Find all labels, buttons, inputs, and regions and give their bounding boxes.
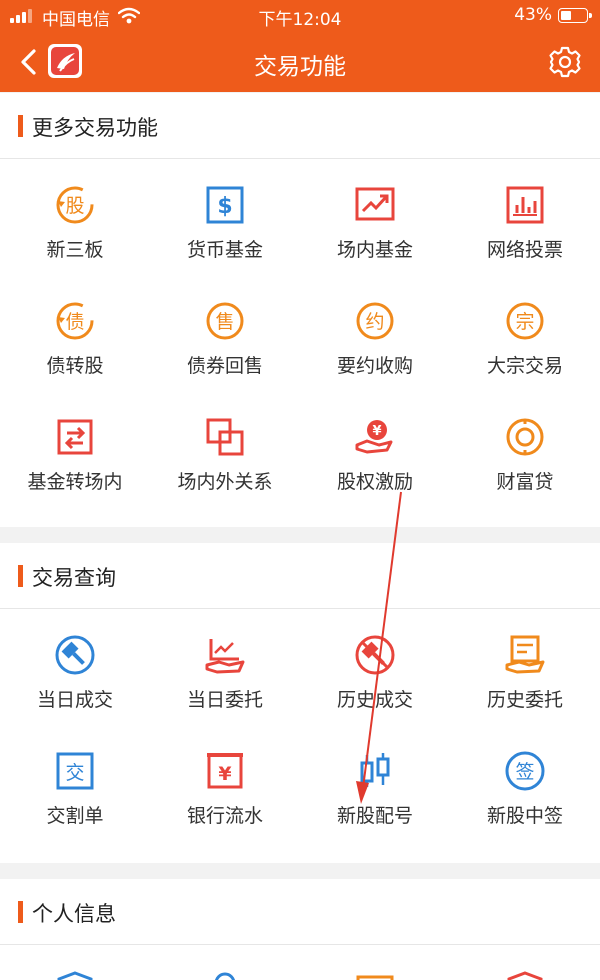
overlap-squares-icon [203,415,247,459]
section-marker [18,565,23,587]
section-title: 个人信息 [32,902,116,926]
function-label: 债转股 [46,355,104,377]
svg-text:债: 债 [65,311,84,333]
yen-doc-icon: ¥ [203,749,247,793]
gu-circle-icon: 股 [53,183,97,227]
function-label: 网络投票 [486,239,563,261]
function-item-bond-putback[interactable]: 售 债券回售 [150,275,300,391]
function-item-block-trade[interactable]: 宗 大宗交易 [450,275,600,391]
function-label: 新股中签 [486,805,563,827]
function-label: 新股配号 [336,805,413,827]
function-label: 历史委托 [486,689,563,711]
personal-info-icons-row [0,945,600,980]
section-header: 交易查询 [0,543,600,609]
function-label: 基金转场内 [27,471,123,493]
svg-text:约: 约 [365,311,384,333]
function-label: 要约收购 [336,355,413,377]
badge-icon[interactable] [450,945,600,980]
function-label: 场内外关系 [177,471,273,493]
section-title: 交易查询 [32,566,116,590]
svg-text:¥: ¥ [372,424,381,439]
card-icon[interactable] [300,945,450,980]
section-title: 更多交易功能 [32,116,158,140]
bar-chart-icon [503,183,547,227]
yen-hand-icon: ¥ [353,415,397,459]
function-item-online-voting[interactable]: 网络投票 [450,159,600,275]
function-item-history-orders[interactable]: 历史委托 [450,609,600,725]
function-item-fund-to-onsite[interactable]: 基金转场内 [0,391,150,507]
function-item-today-orders[interactable]: 当日委托 [150,609,300,725]
svg-text:交: 交 [65,762,84,784]
function-label: 交割单 [46,805,104,827]
function-item-history-deals[interactable]: 历史成交 [300,609,450,725]
function-label: 大宗交易 [486,355,563,377]
svg-text:¥: ¥ [218,763,231,785]
gear-icon[interactable] [548,45,582,79]
function-item-wealth-loan[interactable]: 财富贷 [450,391,600,507]
function-label: 银行流水 [186,805,263,827]
shield-icon[interactable] [0,945,150,980]
function-item-onsite-offsite[interactable]: 场内外关系 [150,391,300,507]
section-trade-query: 交易查询 当日成交 当日委托 历史成交 历史委托 交 交割单 ¥ 银行流水 新股… [0,543,600,863]
function-label: 历史成交 [336,689,413,711]
function-label: 财富贷 [496,471,554,493]
nav-bar: 交易功能 [0,32,600,92]
function-item-debt-to-equity[interactable]: 债 债转股 [0,275,150,391]
function-item-tender-offer[interactable]: 约 要约收购 [300,275,450,391]
battery-icon [558,8,592,23]
dollar-box-icon: $ [203,183,247,227]
function-label: 当日成交 [36,689,113,711]
function-item-today-deals[interactable]: 当日成交 [0,609,150,725]
section-personal-info: 个人信息 [0,879,600,980]
zhai-circle-icon: 债 [53,299,97,343]
function-label: 债券回售 [186,355,263,377]
function-item-new-third-board[interactable]: 股 新三板 [0,159,150,275]
coin-icon [503,415,547,459]
function-item-new-share-numbers[interactable]: 新股配号 [300,725,450,841]
svg-text:股: 股 [65,195,84,217]
transfer-box-icon [53,415,97,459]
status-bar: 中国电信 下午12:04 43% [0,0,600,32]
document-hand-icon [503,633,547,677]
candlestick-icon [353,749,397,793]
battery-percentage: 43% [514,5,552,25]
function-label: 场内基金 [336,239,413,261]
page-title: 交易功能 [254,54,346,80]
zong-circle-icon: 宗 [503,299,547,343]
svg-text:宗: 宗 [515,311,534,333]
user-icon[interactable] [150,945,300,980]
section-marker [18,115,23,137]
section-more-functions: 更多交易功能 股 新三板 $ 货币基金 场内基金 网络投票 债 债转股 售 债券… [0,93,600,527]
chart-hand-icon [203,633,247,677]
function-item-bank-statement[interactable]: ¥ 银行流水 [150,725,300,841]
trend-chart-icon [353,183,397,227]
qian-circle-icon: 签 [503,749,547,793]
function-label: 股权激励 [336,471,413,493]
function-label: 新三板 [46,239,104,261]
function-item-equity-incentive[interactable]: ¥ 股权激励 [300,391,450,507]
yue-circle-icon: 约 [353,299,397,343]
gavel-circle-icon [53,633,97,677]
gavel-strike-icon [353,633,397,677]
function-item-new-share-winning[interactable]: 签 新股中签 [450,725,600,841]
svg-text:$: $ [217,194,232,219]
shou-circle-icon: 售 [203,299,247,343]
jiao-box-icon: 交 [53,749,97,793]
svg-text:售: 售 [215,311,234,333]
section-header: 个人信息 [0,879,600,945]
function-label: 当日委托 [186,689,263,711]
clock: 下午12:04 [258,10,342,30]
section-header: 更多交易功能 [0,93,600,159]
function-label: 货币基金 [186,239,263,261]
section-marker [18,901,23,923]
function-item-onsite-fund[interactable]: 场内基金 [300,159,450,275]
function-item-money-fund[interactable]: $ 货币基金 [150,159,300,275]
function-item-delivery-note[interactable]: 交 交割单 [0,725,150,841]
svg-text:签: 签 [515,761,534,783]
